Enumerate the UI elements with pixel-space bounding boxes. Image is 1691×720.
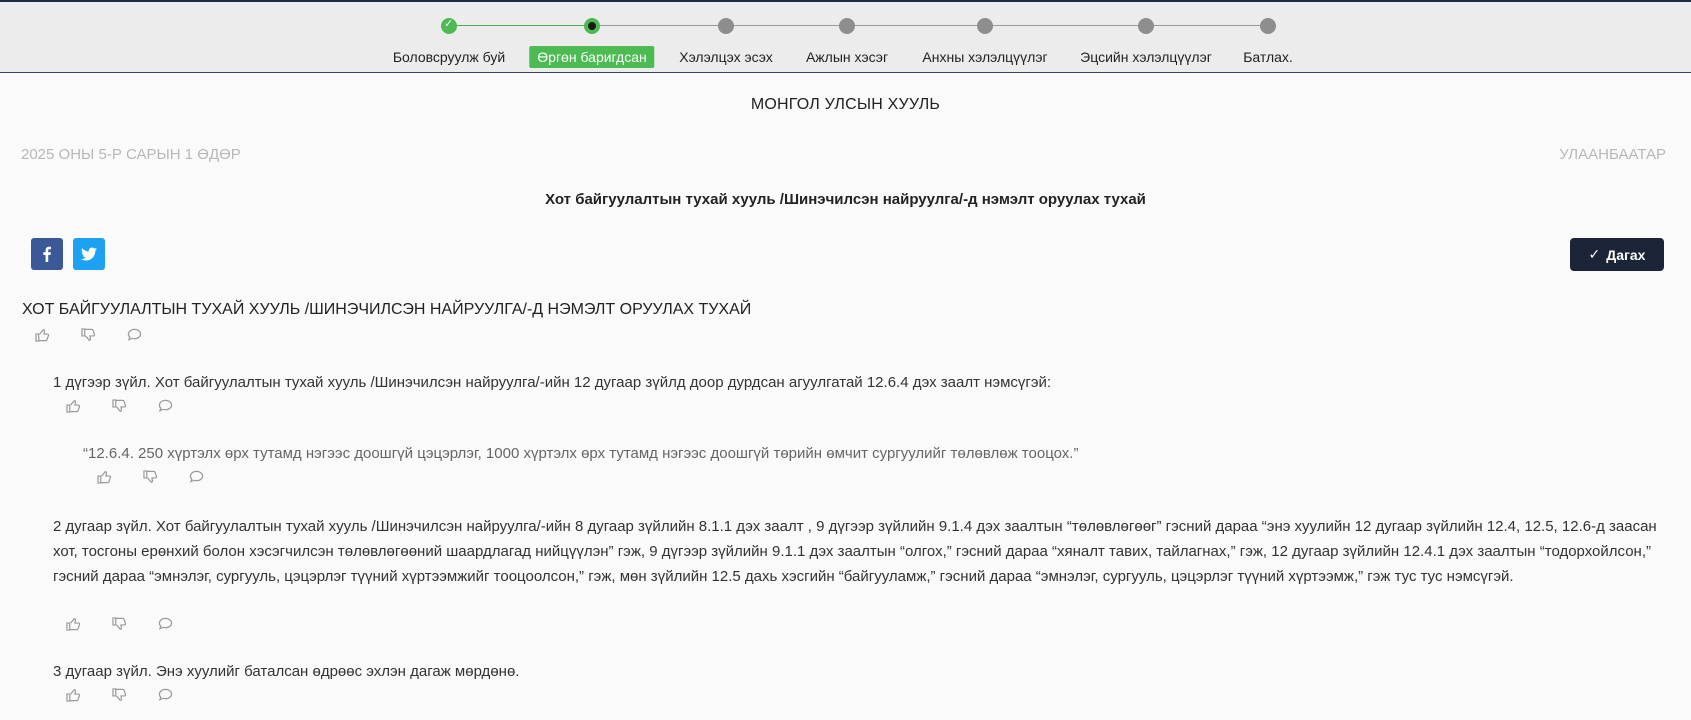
step-dot[interactable] <box>1138 18 1154 34</box>
thumbs-down-icon[interactable] <box>111 617 127 631</box>
step-done-check-icon[interactable] <box>441 17 457 34</box>
comment-icon[interactable] <box>157 399 173 413</box>
thumbs-down-icon[interactable] <box>142 470 158 484</box>
article-2-text: 2 дугаар зүйл. Хот байгуулалтын тухай ху… <box>53 518 1657 585</box>
thumbs-up-icon[interactable] <box>65 688 81 702</box>
thumbs-up-icon[interactable] <box>65 399 81 413</box>
block-title: ХОТ БАЙГУУЛАЛТЫН ТУХАЙ ХУУЛЬ /ШИНЭЧИЛСЭН… <box>22 301 752 318</box>
check-icon: ✓ <box>1588 246 1601 263</box>
twitter-share-button[interactable] <box>73 238 105 270</box>
progress-stepper: Боловсруулж буй Өргөн баригдсан Хэлэлцэх… <box>0 0 1691 73</box>
step-connector <box>449 25 592 26</box>
comment-icon[interactable] <box>157 688 173 702</box>
step-label-first-reading[interactable]: Анхны хэлэлцүүлэг <box>914 46 1055 68</box>
reaction-bar <box>96 470 204 484</box>
law-title: Хот байгуулалтын тухай хууль /Шинэчилсэн… <box>545 191 1146 208</box>
thumbs-down-icon[interactable] <box>80 328 96 342</box>
document-date: 2025 ОНЫ 5-Р САРЫН 1 ӨДӨР <box>21 146 241 163</box>
step-label-working-group[interactable]: Ажлын хэсэг <box>798 46 896 68</box>
step-dot[interactable] <box>839 18 855 34</box>
step-dot[interactable] <box>977 18 993 34</box>
facebook-icon <box>43 246 51 262</box>
step-dot[interactable] <box>718 18 734 34</box>
step-connector <box>847 25 985 26</box>
comment-icon[interactable] <box>126 328 142 342</box>
comment-icon[interactable] <box>188 470 204 484</box>
step-current-dot[interactable] <box>584 18 600 34</box>
thumbs-up-icon[interactable] <box>96 470 112 484</box>
article-1-quote: “12.6.4. 250 хүртэлх өрх тутамд нэгээс д… <box>83 445 1079 462</box>
follow-button[interactable]: ✓ Дагах <box>1570 238 1664 271</box>
thumbs-down-icon[interactable] <box>111 688 127 702</box>
document-header: МОНГОЛ УЛСЫН ХУУЛЬ <box>750 96 941 113</box>
article-3-text: 3 дугаар зүйл. Энэ хуулийг баталсан өдрө… <box>53 663 520 680</box>
thumbs-up-icon[interactable] <box>65 617 81 631</box>
thumbs-down-icon[interactable] <box>111 399 127 413</box>
step-label-approval[interactable]: Батлах. <box>1235 46 1301 68</box>
step-label-discussion-decision[interactable]: Хэлэлцэх эсэх <box>671 46 781 68</box>
step-connector <box>1146 25 1268 26</box>
thumbs-up-icon[interactable] <box>34 328 50 342</box>
step-label-drafting[interactable]: Боловсруулж буй <box>385 46 513 68</box>
document-city: УЛААНБААТАР <box>1559 146 1666 163</box>
article-1-text: 1 дүгээр зүйл. Хот байгуулалтын тухай ху… <box>53 374 1052 391</box>
twitter-icon <box>81 247 97 261</box>
reaction-bar <box>34 328 142 342</box>
step-label-submitted[interactable]: Өргөн баригдсан <box>529 46 655 68</box>
reaction-bar <box>65 617 173 631</box>
step-dot[interactable] <box>1260 18 1276 34</box>
step-connector <box>985 25 1146 26</box>
step-connector <box>726 25 847 26</box>
comment-icon[interactable] <box>157 617 173 631</box>
step-connector <box>592 25 726 26</box>
facebook-share-button[interactable] <box>31 238 63 270</box>
reaction-bar <box>65 399 173 413</box>
follow-button-label: Дагах <box>1606 246 1646 263</box>
step-label-final-reading[interactable]: Эцсийн хэлэлцүүлэг <box>1072 46 1220 68</box>
reaction-bar <box>65 688 173 702</box>
